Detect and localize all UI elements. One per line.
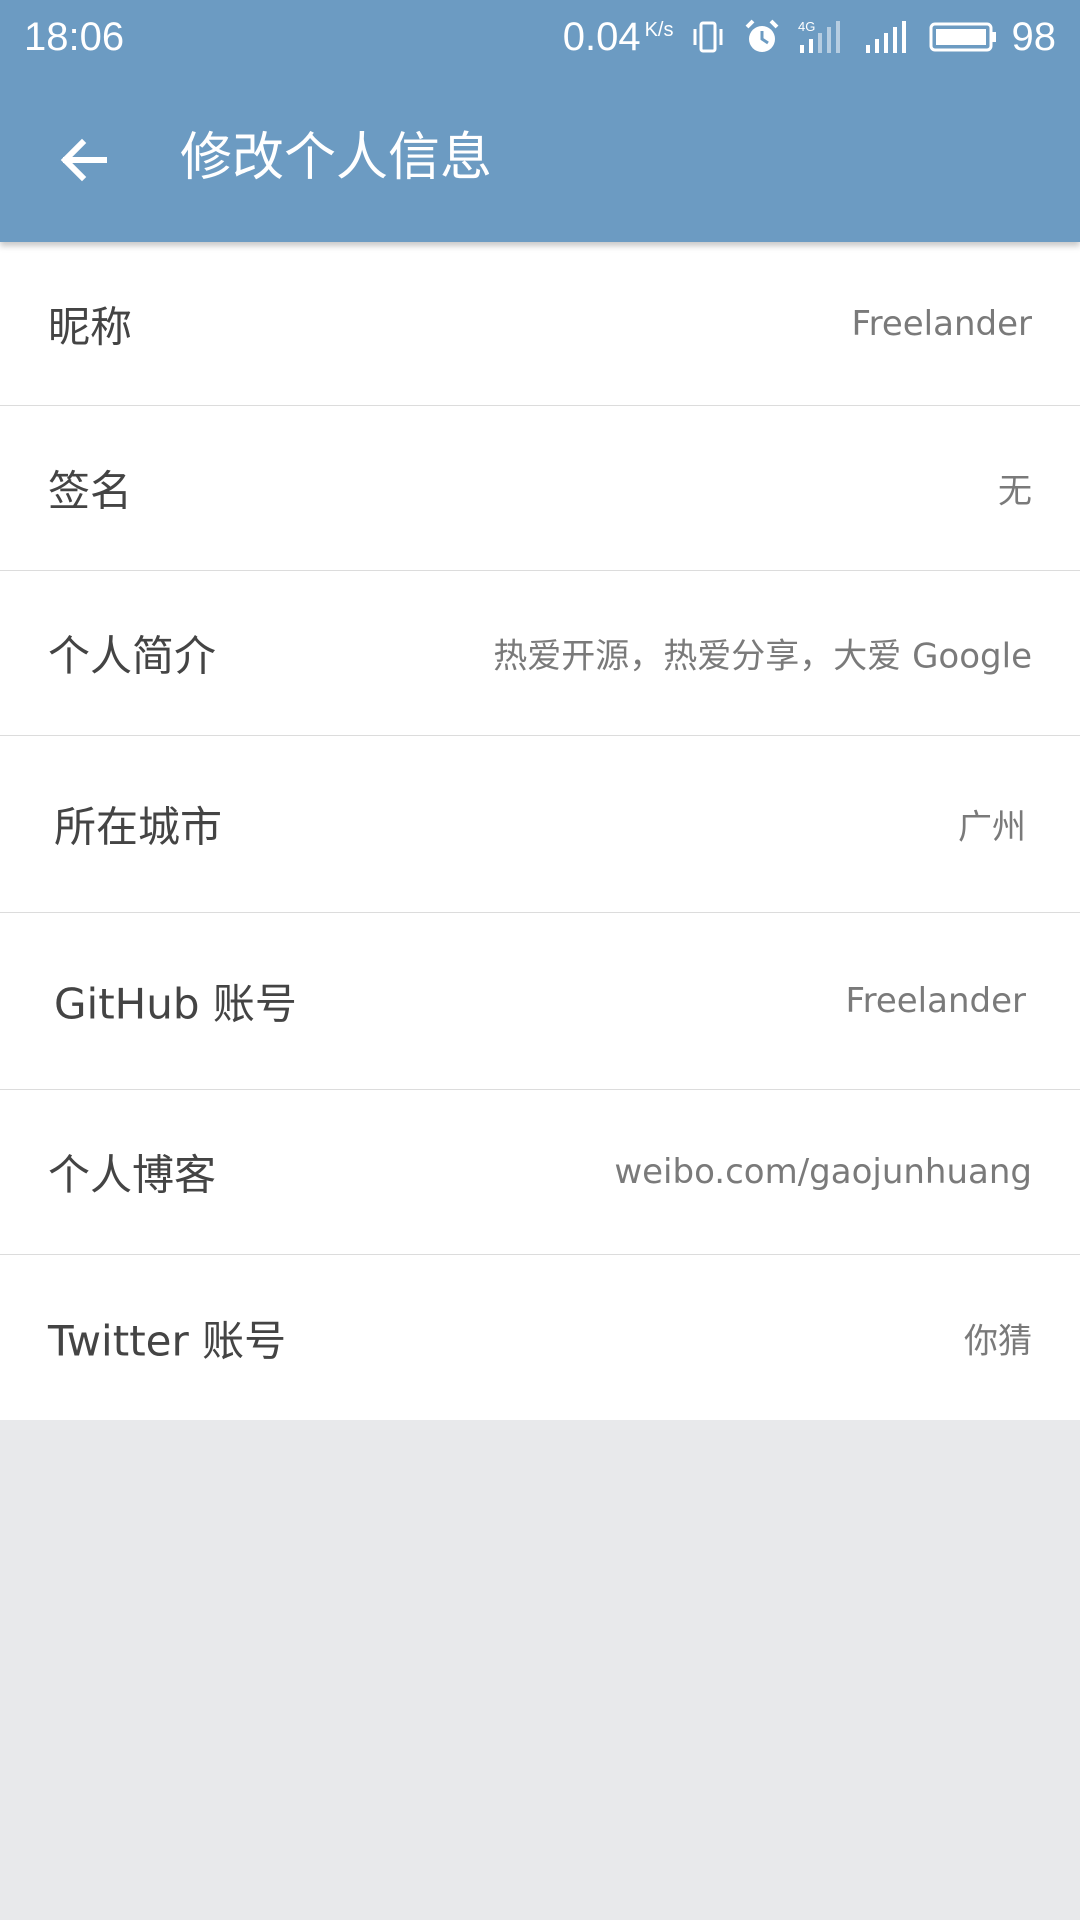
app-screen: 18:06 0.04 K/s 4G 98 修改个人信息 昵称 Freelande…	[0, 0, 1080, 1920]
row-github[interactable]: GitHub 账号 Freelander	[0, 913, 1080, 1090]
row-value: weibo.com/gaojunhuang	[614, 1152, 1032, 1192]
row-value: 无	[998, 471, 1032, 512]
row-label: 所在城市	[54, 802, 223, 852]
row-label: GitHub 账号	[54, 979, 297, 1029]
navigation-bar: 修改个人信息	[0, 76, 1080, 242]
arrow-left-icon	[56, 132, 112, 188]
network-speed-unit: K/s	[644, 19, 674, 41]
4g-signal-icon: 4G	[796, 17, 848, 57]
alarm-icon	[742, 17, 782, 57]
row-value: Freelander	[845, 981, 1026, 1021]
network-speed-value: 0.04	[562, 15, 641, 59]
row-label: 签名	[48, 466, 133, 516]
back-button[interactable]	[36, 112, 132, 208]
row-value: Freelander	[851, 303, 1032, 344]
status-icons: 0.04 K/s 4G 98	[563, 12, 1056, 62]
row-signature[interactable]: 签名 无	[0, 406, 1080, 571]
svg-text:4G: 4G	[798, 19, 815, 34]
row-label: 个人简介	[48, 631, 217, 681]
row-label: 昵称	[48, 302, 133, 351]
row-value: 广州	[958, 807, 1026, 848]
status-bar: 18:06 0.04 K/s 4G 98	[0, 0, 1080, 76]
empty-background	[0, 1420, 1080, 1920]
row-value: 你猜	[964, 1321, 1032, 1361]
row-label: Twitter 账号	[48, 1316, 287, 1365]
row-label: 个人博客	[48, 1150, 217, 1200]
row-nickname[interactable]: 昵称 Freelander	[0, 242, 1080, 406]
battery-icon	[928, 17, 998, 57]
vibrate-icon	[688, 17, 728, 57]
status-time: 18:06	[24, 15, 125, 59]
row-blog[interactable]: 个人博客 weibo.com/gaojunhuang	[0, 1090, 1080, 1255]
network-speed: 0.04 K/s	[563, 12, 674, 62]
signal-icon	[862, 17, 914, 57]
profile-settings-list: 昵称 Freelander 签名 无 个人简介 热爱开源，热爱分享，大爱 Goo…	[0, 242, 1080, 1420]
row-city[interactable]: 所在城市 广州	[0, 736, 1080, 913]
page-title: 修改个人信息	[180, 128, 493, 188]
row-value: 热爱开源，热爱分享，大爱 Google	[493, 636, 1032, 677]
battery-level: 98	[1011, 15, 1057, 59]
row-bio[interactable]: 个人简介 热爱开源，热爱分享，大爱 Google	[0, 571, 1080, 736]
top-app-bar: 18:06 0.04 K/s 4G 98 修改个人信息	[0, 0, 1080, 242]
row-twitter[interactable]: Twitter 账号 你猜	[0, 1255, 1080, 1420]
